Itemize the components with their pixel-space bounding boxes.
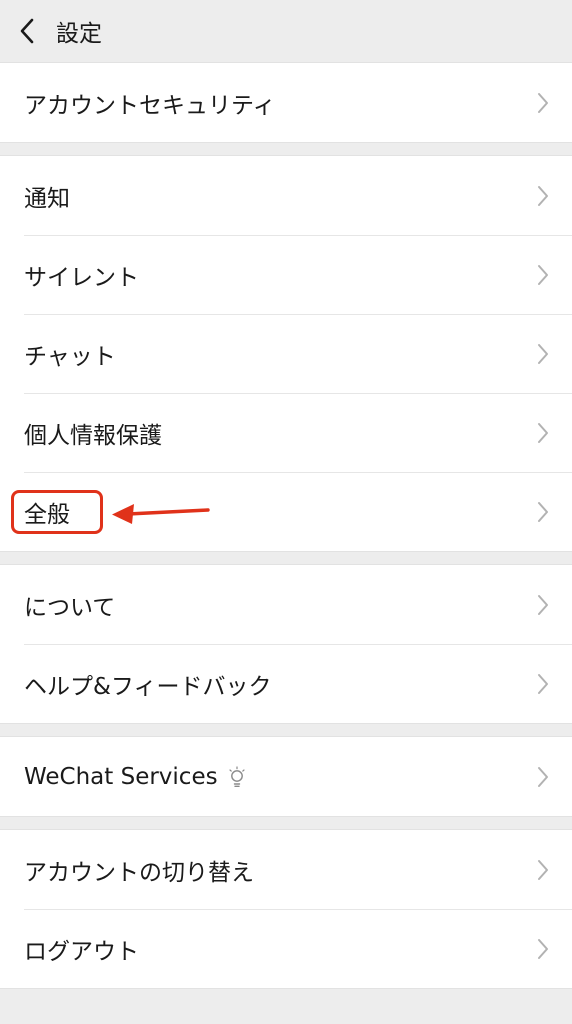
settings-item-label: サイレント <box>24 264 139 291</box>
settings-item-label-wrap: WeChat Services <box>24 764 246 790</box>
settings-item-label: について <box>24 594 116 621</box>
chevron-right-icon <box>538 185 548 206</box>
settings-item-label: ヘルプ&フィードバック <box>24 673 272 700</box>
chevron-left-icon <box>20 18 34 44</box>
chevron-right-icon <box>538 343 548 364</box>
settings-item-label: アカウントの切り替え <box>24 859 254 886</box>
settings-group-account: アカウントセキュリティ <box>0 62 572 143</box>
chevron-right-icon <box>538 938 548 959</box>
chevron-right-icon <box>538 92 548 113</box>
settings-group-main: 通知 サイレント チャット 個人情報保護 全般 <box>0 155 572 552</box>
settings-item-logout[interactable]: ログアウト <box>0 909 572 988</box>
settings-item-wechat-services[interactable]: WeChat Services <box>0 737 572 816</box>
chevron-right-icon <box>538 501 548 522</box>
lightbulb-icon <box>228 765 245 787</box>
settings-item-label: ログアウト <box>24 938 139 965</box>
top-bar: 設定 <box>0 0 572 62</box>
chevron-right-icon <box>538 594 548 615</box>
settings-item-chat[interactable]: チャット <box>0 314 572 393</box>
chevron-right-icon <box>538 264 548 285</box>
settings-item-label: アカウントセキュリティ <box>24 92 276 119</box>
chevron-right-icon <box>538 422 548 443</box>
settings-item-account-security[interactable]: アカウントセキュリティ <box>0 63 572 142</box>
settings-item-label: 通知 <box>24 185 70 212</box>
annotation-highlight-box <box>11 490 103 534</box>
chevron-right-icon <box>538 673 548 694</box>
settings-item-label: WeChat Services <box>24 763 218 790</box>
settings-item-switch-account[interactable]: アカウントの切り替え <box>0 830 572 909</box>
settings-item-notifications[interactable]: 通知 <box>0 156 572 235</box>
settings-item-label: チャット <box>24 343 116 370</box>
settings-item-privacy[interactable]: 個人情報保護 <box>0 393 572 472</box>
page-title: 設定 <box>56 21 102 47</box>
settings-item-general[interactable]: 全般 <box>0 472 572 551</box>
back-button[interactable] <box>4 0 50 62</box>
settings-item-help-feedback[interactable]: ヘルプ&フィードバック <box>0 644 572 723</box>
settings-item-label: 個人情報保護 <box>24 422 162 449</box>
settings-group-services: WeChat Services <box>0 736 572 817</box>
annotation-arrow-icon <box>112 504 210 524</box>
chevron-right-icon <box>538 766 548 787</box>
chevron-right-icon <box>538 859 548 880</box>
settings-group-session: アカウントの切り替え ログアウト <box>0 829 572 989</box>
settings-item-silent[interactable]: サイレント <box>0 235 572 314</box>
settings-group-about: について ヘルプ&フィードバック <box>0 564 572 724</box>
settings-item-about[interactable]: について <box>0 565 572 644</box>
